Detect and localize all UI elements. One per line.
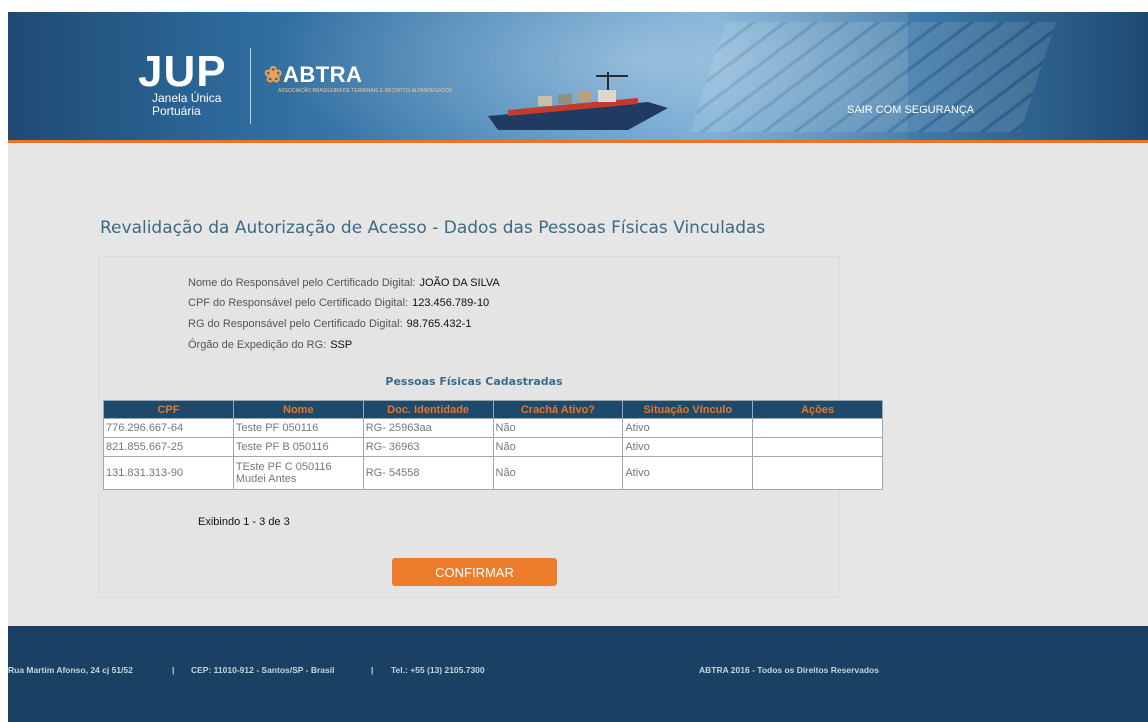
jup-logo: JUP Janela Única Portuária bbox=[138, 47, 238, 132]
cell-cracha: Não bbox=[492, 437, 624, 457]
cell-situacao: Ativo bbox=[622, 437, 754, 457]
cell-cracha: Não bbox=[492, 456, 624, 490]
confirm-button[interactable]: CONFIRMAR bbox=[392, 558, 557, 586]
page-title: Revalidação da Autorização de Acesso - D… bbox=[100, 218, 766, 238]
cell-acoes[interactable] bbox=[752, 437, 883, 457]
header-accent-line bbox=[8, 140, 1148, 143]
responsible-org-row: Órgão de Expedição do RG: SSP bbox=[188, 339, 352, 351]
cell-acoes[interactable] bbox=[752, 456, 883, 490]
footer-cep: CEP: 11010-912 - Santos/SP - Brasil bbox=[191, 665, 335, 675]
responsible-org-label: Órgão de Expedição do RG: bbox=[188, 339, 327, 351]
page: JUP Janela Única Portuária ❀ABTRA ASSOCI… bbox=[8, 12, 1148, 722]
logout-link[interactable]: SAIR COM SEGURANÇA bbox=[847, 104, 974, 116]
responsible-rg-value: 98.765.432-1 bbox=[406, 318, 472, 330]
header-banner: JUP Janela Única Portuária ❀ABTRA ASSOCI… bbox=[8, 12, 1148, 140]
cargo-ship-image bbox=[488, 72, 668, 130]
cell-cpf: 131.831.313-90 bbox=[103, 456, 234, 490]
cell-situacao: Ativo bbox=[622, 418, 754, 438]
cell-nome: Teste PF B 050116 bbox=[232, 437, 364, 457]
jup-logo-mark: JUP bbox=[138, 47, 227, 96]
table-row: 821.855.667-25 Teste PF B 050116 RG- 369… bbox=[103, 437, 883, 457]
column-header-acoes: Ações bbox=[752, 400, 883, 419]
cell-cpf: 821.855.667-25 bbox=[103, 437, 234, 457]
table-title: Pessoas Físicas Cadastradas bbox=[385, 375, 563, 388]
responsible-name-value: JOÃO DA SILVA bbox=[419, 277, 500, 289]
cell-doc: RG- 36963 bbox=[362, 437, 494, 457]
cell-nome: TEste PF C 050116 Mudei Antes bbox=[232, 456, 364, 490]
abtra-logo-subtitle: ASSOCIAÇÃO BRASILEIRA DE TERMINAIS E REC… bbox=[278, 88, 453, 94]
pagination-text: Exibindo 1 - 3 de 3 bbox=[198, 516, 290, 528]
footer-separator: | bbox=[371, 665, 374, 675]
abtra-logo: ❀ABTRA ASSOCIAÇÃO BRASILEIRA DE TERMINAI… bbox=[264, 62, 452, 94]
footer-copyright: ABTRA 2016 - Todos os Direitos Reservado… bbox=[699, 665, 879, 675]
cell-nome: Teste PF 050116 bbox=[232, 418, 364, 438]
column-header-situacao[interactable]: Situação Vínculo bbox=[622, 400, 754, 419]
cell-acoes[interactable] bbox=[752, 418, 883, 438]
column-header-doc[interactable]: Doc. Identidade bbox=[362, 400, 494, 419]
responsible-cpf-value: 123.456.789-10 bbox=[412, 297, 490, 309]
responsible-cpf-label: CPF do Responsável pelo Certificado Digi… bbox=[188, 297, 409, 309]
cell-doc: RG- 25963aa bbox=[362, 418, 494, 438]
abtra-logo-text: ABTRA bbox=[282, 62, 363, 87]
column-header-cpf[interactable]: CPF bbox=[103, 400, 234, 419]
abtra-emblem-icon: ❀ bbox=[264, 62, 283, 87]
table-row: 131.831.313-90 TEste PF C 050116 Mudei A… bbox=[103, 456, 883, 490]
responsible-name-label: Nome do Responsável pelo Certificado Dig… bbox=[188, 277, 416, 289]
people-table: CPF Nome Doc. Identidade Crachá Ativo? S… bbox=[103, 400, 883, 490]
jup-logo-line2: Portuária bbox=[152, 104, 201, 118]
footer: Rua Martim Afonso, 24 cj 51/52 | CEP: 11… bbox=[8, 626, 1148, 722]
responsible-name-row: Nome do Responsável pelo Certificado Dig… bbox=[188, 277, 500, 289]
footer-address: Rua Martim Afonso, 24 cj 51/52 bbox=[8, 665, 133, 675]
cell-cpf: 776.296.667-64 bbox=[103, 418, 234, 438]
cell-cracha: Não bbox=[492, 418, 624, 438]
responsible-rg-row: RG do Responsável pelo Certificado Digit… bbox=[188, 318, 471, 330]
footer-phone: Tel.: +55 (13) 2105.7300 bbox=[391, 665, 485, 675]
column-header-cracha[interactable]: Crachá Ativo? bbox=[492, 400, 624, 419]
cell-doc: RG- 54558 bbox=[362, 456, 494, 490]
responsible-cpf-row: CPF do Responsável pelo Certificado Digi… bbox=[188, 297, 489, 309]
footer-separator: | bbox=[172, 665, 175, 675]
logo-divider bbox=[250, 48, 251, 124]
responsible-rg-label: RG do Responsável pelo Certificado Digit… bbox=[188, 318, 403, 330]
table-row: 776.296.667-64 Teste PF 050116 RG- 25963… bbox=[103, 418, 883, 438]
cell-situacao: Ativo bbox=[622, 456, 754, 490]
responsible-org-value: SSP bbox=[330, 339, 353, 351]
column-header-nome[interactable]: Nome bbox=[232, 400, 364, 419]
table-header-row: CPF Nome Doc. Identidade Crachá Ativo? S… bbox=[103, 400, 883, 419]
